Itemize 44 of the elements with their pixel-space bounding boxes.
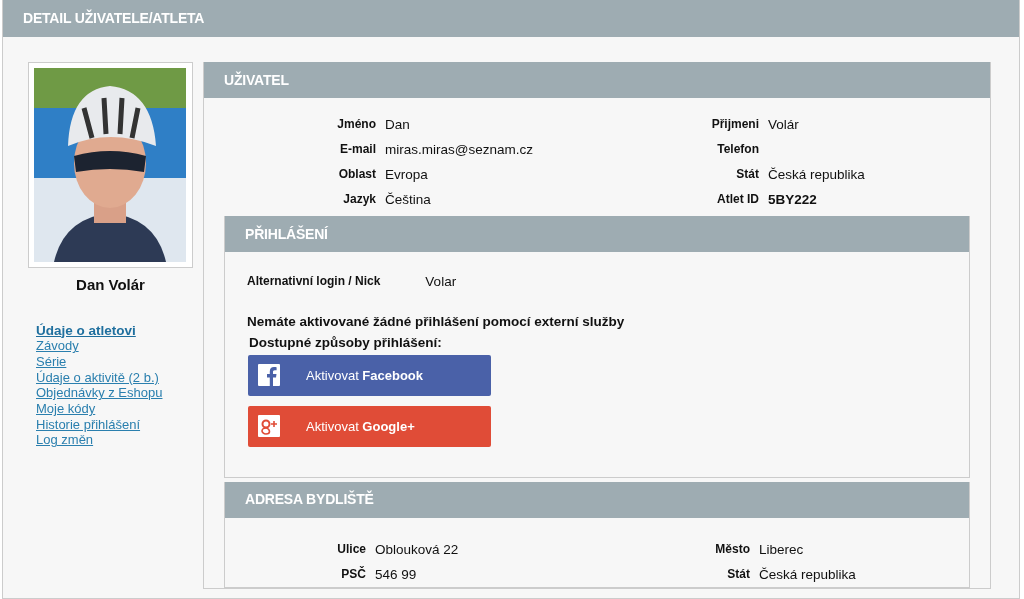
field-value: 546 99: [375, 566, 417, 582]
field-value: Čeština: [385, 192, 431, 207]
page-title: DETAIL UŽIVATELE/ATLETA: [3, 0, 1019, 37]
field-label: PSČ: [340, 565, 367, 583]
field-label: Alternativní login / Nick: [247, 273, 381, 290]
field-value: Česká republika: [759, 566, 856, 582]
panel-title: UŽIVATEL: [204, 62, 990, 98]
field-value: miras.miras@seznam.cz: [385, 142, 533, 157]
sidebar-link[interactable]: Objednávky z Eshopu: [36, 385, 163, 401]
sidebar-link[interactable]: Údaje o atletovi: [36, 322, 136, 339]
field-label: Stát: [726, 565, 751, 583]
field-label: Oblast: [337, 166, 377, 183]
field-label: Město: [714, 540, 751, 558]
field-value: Volár: [768, 117, 799, 132]
field-value: Oblouková 22: [375, 541, 459, 557]
field-value: Evropa: [385, 167, 428, 182]
facebook-login-button[interactable]: Aktivovat Facebook: [248, 354, 491, 396]
field-label: Telefon: [716, 141, 760, 158]
panel-title: PŘIHLÁŠENÍ: [225, 216, 969, 252]
field-value: Dan: [385, 117, 410, 132]
field-label: Jazyk: [342, 191, 377, 208]
field-value: 5BY222: [768, 192, 817, 207]
sidebar-link[interactable]: Údaje o aktivitě (2 b.): [36, 369, 159, 386]
field-label: Atlet ID: [716, 191, 760, 208]
field-label: Přijmeni: [710, 116, 760, 133]
field-value: Liberec: [759, 541, 804, 557]
sidebar-link[interactable]: Moje kódy: [36, 401, 96, 417]
sidebar-link[interactable]: Log změn: [36, 432, 94, 449]
sidebar-link[interactable]: Série: [36, 353, 67, 370]
sidebar-link[interactable]: Závody: [36, 338, 79, 354]
notice-text: Nemáte aktivované žádné přihlášení pomocí externí služby: [247, 313, 626, 332]
google-plus-icon: [258, 415, 280, 438]
google-login-button[interactable]: Aktivovat Google+: [248, 405, 491, 447]
field-value: Česká republika: [768, 167, 865, 182]
field-value: Volar: [425, 273, 457, 291]
panel-title: ADRESA BYDLIŠTĚ: [225, 481, 969, 518]
field-label: Jméno: [336, 116, 377, 133]
field-label: E-mail: [339, 141, 377, 158]
sidebar-link[interactable]: Historie přihlášení: [36, 416, 141, 433]
available-methods-text: Dostupné způsoby přihlášení:: [249, 333, 443, 352]
athlete-name: Dan Volár: [75, 275, 146, 295]
facebook-icon: [258, 364, 280, 387]
field-label: Ulice: [336, 540, 367, 558]
field-label: Stát: [735, 166, 760, 183]
